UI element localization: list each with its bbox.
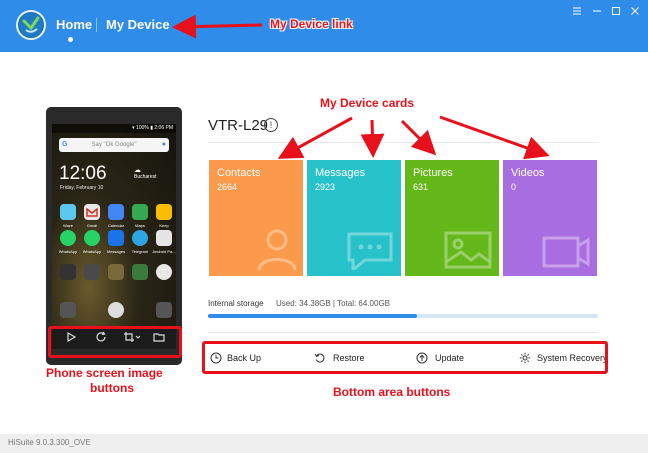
device-model-title: VTR-L29 xyxy=(208,117,269,134)
divider xyxy=(208,142,598,143)
weather-city: Bucharest xyxy=(134,174,157,180)
app-icon xyxy=(156,302,172,318)
calendar-app-icon xyxy=(108,204,124,220)
weather-cloud-icon: ☁ xyxy=(134,167,141,174)
app-icon xyxy=(84,264,100,280)
waze-app-icon xyxy=(60,204,76,220)
app-label: Calendar xyxy=(107,223,125,228)
app-icon xyxy=(108,264,124,280)
storage-progress-fill xyxy=(208,314,418,318)
phone-app-row-2: WhatsApp WhatsApp Messages Telegram Andr… xyxy=(56,230,176,256)
app-icon xyxy=(60,302,76,318)
app-icon xyxy=(60,264,76,280)
annotation-my-device-cards: My Device cards xyxy=(320,96,415,110)
videos-card[interactable]: Videos 0 xyxy=(503,160,597,276)
close-icon[interactable] xyxy=(628,6,642,20)
annotation-arrow xyxy=(400,119,437,156)
google-g-icon: G xyxy=(62,141,68,148)
card-count: 2923 xyxy=(315,182,336,192)
pictures-card[interactable]: Pictures 631 xyxy=(405,160,499,276)
annotation-my-device-link: My Device link xyxy=(270,17,353,31)
photos-app-icon xyxy=(156,264,172,280)
info-icon[interactable]: ! xyxy=(264,118,278,132)
messages-app-icon xyxy=(108,230,124,246)
app-label: Maps xyxy=(135,223,145,228)
menu-icon[interactable] xyxy=(570,6,584,20)
app-label: Android Pa... xyxy=(152,249,176,254)
app-label: WhatsApp xyxy=(58,249,78,254)
card-title: Pictures xyxy=(413,167,453,179)
phone-screen-image[interactable]: ▾ 100% ▮ 2:06 PM G Say "Ok Google" ● 12:… xyxy=(52,124,176,329)
phone-date: Friday, February 10 xyxy=(60,185,104,191)
storage-usage-text: Used: 34.38GB | Total: 64.00GB xyxy=(276,299,390,308)
card-count: 0 xyxy=(511,182,517,192)
telegram-app-icon xyxy=(132,230,148,246)
app-label: Waze xyxy=(62,223,74,228)
app-label: WhatsApp xyxy=(82,249,102,254)
maps-app-icon xyxy=(132,204,148,220)
divider xyxy=(208,332,598,333)
messages-card[interactable]: Messages 2923 xyxy=(307,160,401,276)
app-icon xyxy=(132,264,148,280)
mic-icon: ● xyxy=(161,141,166,148)
nav-active-indicator xyxy=(68,37,73,42)
card-title: Messages xyxy=(315,167,366,179)
phone-clock: 12:06 xyxy=(59,163,107,184)
annotation-phone-buttons-line2: buttons xyxy=(90,381,134,395)
videos-icon xyxy=(542,236,590,268)
messages-icon xyxy=(347,232,393,270)
phone-status-bar: ▾ 100% ▮ 2:06 PM xyxy=(52,124,176,133)
annotation-arrow xyxy=(360,119,385,158)
android-pay-app-icon xyxy=(156,230,172,246)
whatsapp-app-icon xyxy=(60,230,76,246)
phone-app-row-1: Waze Gmail Calendar Maps Keep xyxy=(56,204,174,230)
pictures-icon xyxy=(444,231,492,269)
annotation-phone-buttons-line1: Phone screen image xyxy=(46,366,163,380)
google-search-bar: G Say "Ok Google" ● xyxy=(59,138,169,152)
contacts-card[interactable]: Contacts 2664 xyxy=(209,160,303,276)
minimize-icon[interactable] xyxy=(590,6,604,20)
contacts-icon xyxy=(257,229,297,270)
annotation-bottom-buttons: Bottom area buttons xyxy=(333,385,451,399)
annotation-box-bottom-buttons xyxy=(202,341,608,374)
app-label: Messages xyxy=(106,249,126,254)
gmail-app-icon xyxy=(84,204,100,220)
status-footer: HiSuite 9.0.3.300_OVE xyxy=(0,434,648,453)
card-count: 2664 xyxy=(217,182,238,192)
whatsapp-app-icon xyxy=(84,230,100,246)
card-count: 631 xyxy=(413,182,429,192)
app-drawer-icon xyxy=(108,302,124,318)
card-title: Videos xyxy=(511,167,545,179)
card-title: Contacts xyxy=(217,167,261,179)
annotation-arrow xyxy=(439,115,550,160)
app-label: Keep xyxy=(159,223,169,228)
storage-label: Internal storage xyxy=(208,299,264,308)
nav-separator xyxy=(96,18,97,32)
storage-progress-bar xyxy=(208,314,598,318)
keep-app-icon xyxy=(156,204,172,220)
app-label: Gmail xyxy=(86,223,98,228)
hisuite-logo-icon xyxy=(16,10,46,40)
maximize-icon[interactable] xyxy=(609,6,623,20)
annotation-arrow xyxy=(277,116,353,159)
nav-my-device-link[interactable]: My Device xyxy=(106,17,170,32)
nav-home-link[interactable]: Home xyxy=(56,17,92,32)
google-search-placeholder: Say "Ok Google" xyxy=(91,142,137,148)
annotation-box-phone-buttons xyxy=(48,326,182,358)
app-label: Telegram xyxy=(131,249,149,254)
phone-weather: ☁ Bucharest xyxy=(134,166,157,180)
version-text: HiSuite 9.0.3.300_OVE xyxy=(8,438,91,447)
